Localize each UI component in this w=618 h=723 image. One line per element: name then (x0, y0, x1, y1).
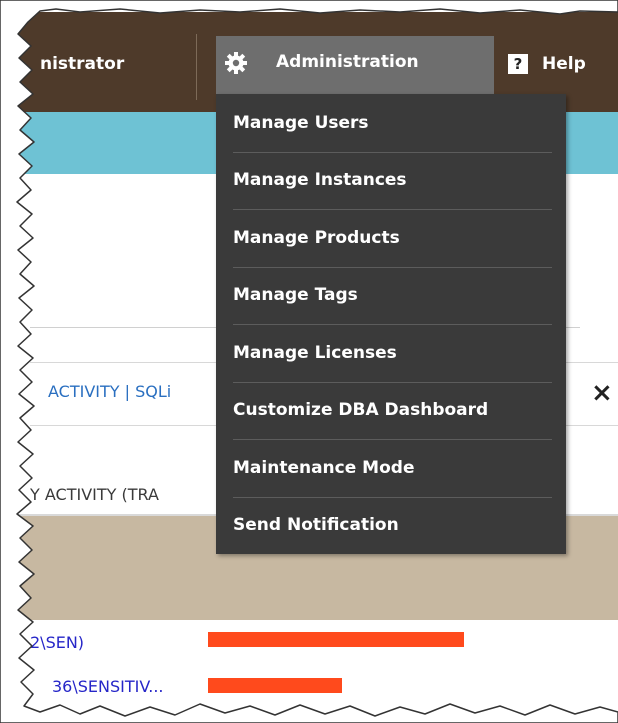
menu-item-manage-tags[interactable]: Manage Tags (216, 266, 566, 325)
help-menu-button[interactable]: ? Help (508, 54, 586, 74)
nav-user-name[interactable]: nistrator (40, 54, 124, 74)
menu-item-manage-users[interactable]: Manage Users (216, 94, 566, 152)
nav-divider (196, 34, 197, 100)
administration-label: Administration (276, 52, 419, 72)
instance-link[interactable]: 36\SENSITIV... (52, 677, 164, 696)
menu-item-manage-instances[interactable]: Manage Instances (216, 151, 566, 210)
activity-heading: Y ACTIVITY (TRA (30, 485, 159, 504)
administration-dropdown: Manage Users Manage Instances Manage Pro… (216, 94, 566, 554)
help-label: Help (542, 54, 586, 74)
menu-item-manage-licenses[interactable]: Manage Licenses (216, 324, 566, 382)
administration-menu-button[interactable]: Administration (216, 36, 494, 94)
menu-item-send-notification[interactable]: Send Notification (216, 496, 566, 555)
menu-item-manage-products[interactable]: Manage Products (216, 209, 566, 267)
activity-bar (208, 678, 342, 693)
activity-link[interactable]: ACTIVITY | SQLi (48, 382, 171, 401)
close-icon[interactable]: × (591, 378, 613, 408)
instance-link[interactable]: 2\SEN) (30, 633, 84, 652)
activity-bar (208, 632, 464, 647)
gear-icon (225, 52, 247, 74)
menu-item-customize-dba-dashboard[interactable]: Customize DBA Dashboard (216, 381, 566, 440)
menu-item-maintenance-mode[interactable]: Maintenance Mode (216, 439, 566, 497)
help-icon: ? (508, 54, 528, 74)
